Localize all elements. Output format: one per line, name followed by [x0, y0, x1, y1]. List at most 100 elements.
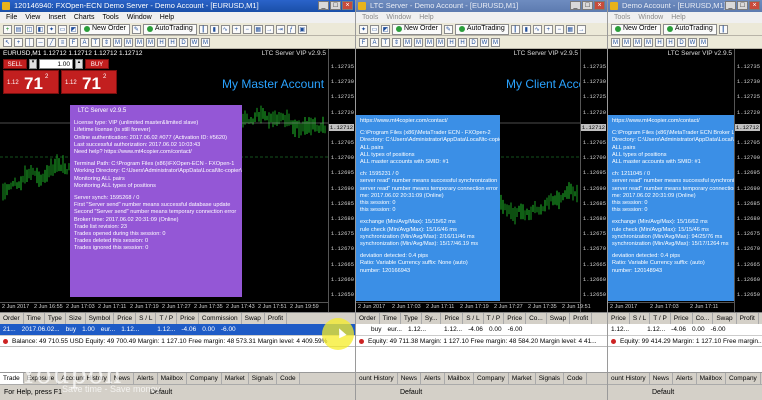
- order-column-header[interactable]: Commission: [199, 313, 242, 324]
- client2-title-bar[interactable]: Demo Account - [EURUSD,M1] _ □ ×: [608, 0, 762, 12]
- label-tool-icon[interactable]: T: [91, 37, 100, 47]
- menu-help[interactable]: Help: [671, 12, 685, 23]
- menu-tools[interactable]: Tools: [102, 12, 118, 23]
- order-column-header[interactable]: Size: [66, 313, 86, 324]
- text-tool-icon[interactable]: A: [370, 37, 379, 47]
- client-order-row[interactable]: buy eur... 1.12... 1.12... -4.06 0.00 -6.00: [356, 324, 607, 336]
- master-title-bar[interactable]: 120146940: FXOpen-ECN Demo Server - Demo…: [0, 0, 355, 12]
- client-price-scale[interactable]: 1.12735 1.12730 1.12725 1.12720 1.12712 1.127…: [580, 49, 607, 312]
- menu-window[interactable]: Window: [386, 12, 411, 23]
- terminal-icon[interactable]: ▭: [58, 24, 67, 34]
- tile-windows-icon[interactable]: ▦: [253, 24, 263, 34]
- new-order-button[interactable]: New Order: [80, 23, 130, 35]
- channel-icon[interactable]: ≡: [58, 37, 67, 47]
- order-column-header[interactable]: Price: [671, 313, 693, 324]
- period-h1-icon[interactable]: H: [655, 37, 664, 47]
- period-w1-icon[interactable]: W: [688, 37, 697, 47]
- period-m30-icon[interactable]: M: [146, 37, 155, 47]
- bar-chart-icon[interactable]: ┃: [718, 24, 728, 34]
- period-m15-icon[interactable]: M: [135, 37, 144, 47]
- bar-chart-icon[interactable]: ┃: [198, 24, 208, 34]
- autoscroll-icon[interactable]: →: [576, 24, 586, 34]
- master-price-scale[interactable]: 1.12735 1.12730 1.12725 1.12720 1.12712 1.127…: [328, 49, 355, 312]
- order-column-header[interactable]: Profit: [737, 313, 759, 324]
- period-m5-icon[interactable]: M: [622, 37, 631, 47]
- close-icon[interactable]: ×: [594, 1, 605, 10]
- terminal-tab[interactable]: ount History: [608, 373, 650, 384]
- autoscroll-icon[interactable]: →: [264, 24, 274, 34]
- order-column-header[interactable]: Type: [45, 313, 66, 324]
- client2-time-scale[interactable]: 2 Jun 2017 2 Jun 17:03 2 Jun 17:11: [608, 302, 734, 312]
- terminal-tab[interactable]: Alerts: [134, 373, 158, 384]
- menu-tools[interactable]: Tools: [614, 12, 630, 23]
- candlestick-icon[interactable]: ▮: [521, 24, 531, 34]
- terminal-tab[interactable]: News: [650, 373, 673, 384]
- navigator-icon[interactable]: ✦: [47, 24, 56, 34]
- buy-price-tile[interactable]: 1.12 71 2: [61, 70, 117, 94]
- autotrading-button[interactable]: AutoTrading: [142, 23, 197, 35]
- order-column-header[interactable]: Type: [401, 313, 422, 324]
- fibonacci-icon[interactable]: F: [359, 37, 368, 47]
- period-h4-icon[interactable]: H: [168, 37, 177, 47]
- period-m5-icon[interactable]: M: [124, 37, 133, 47]
- close-icon[interactable]: ×: [749, 1, 760, 10]
- horizontal-line-icon[interactable]: ─: [36, 37, 45, 47]
- order-column-header[interactable]: Swap: [242, 313, 265, 324]
- lot-stepper-up[interactable]: ▴: [75, 59, 83, 69]
- client2-price-chart[interactable]: LTC Server VIP v2.9.5 × https://www.mt4c…: [608, 49, 762, 312]
- period-d1-icon[interactable]: D: [179, 37, 188, 47]
- order-column-header[interactable]: Sy...: [422, 313, 442, 324]
- label-tool-icon[interactable]: T: [381, 37, 390, 47]
- menu-insert[interactable]: Insert: [48, 12, 66, 23]
- order-column-header[interactable]: Co...: [693, 313, 714, 324]
- period-m1-icon[interactable]: M: [113, 37, 122, 47]
- period-m15-icon[interactable]: M: [633, 37, 642, 47]
- period-h1-icon[interactable]: H: [157, 37, 166, 47]
- master-time-scale[interactable]: 2 Jun 2017 2 Jun 16:55 2 Jun 17:03 2 Jun 17…: [0, 302, 328, 312]
- autotrading-button[interactable]: AutoTrading: [454, 23, 509, 35]
- order-column-header[interactable]: T / P: [484, 313, 505, 324]
- minimize-icon[interactable]: _: [725, 1, 736, 10]
- templates-icon[interactable]: ▣: [297, 24, 307, 34]
- terminal-icon[interactable]: ▭: [370, 24, 379, 34]
- client-price-chart[interactable]: LTC Server VIP v2.9.5 × My Client Accoun…: [356, 49, 607, 312]
- period-d1-icon[interactable]: D: [469, 37, 478, 47]
- period-d1-icon[interactable]: D: [677, 37, 686, 47]
- order-column-header[interactable]: S / L: [136, 313, 157, 324]
- order-column-header[interactable]: Price: [114, 313, 137, 324]
- lot-stepper-down[interactable]: ▾: [29, 59, 37, 69]
- data-window-icon[interactable]: ◧: [36, 24, 45, 34]
- terminal-tab[interactable]: Mailbox: [697, 373, 726, 384]
- order-column-header[interactable]: Symbol: [86, 313, 115, 324]
- period-w1-icon[interactable]: W: [480, 37, 489, 47]
- arrows-tool-icon[interactable]: ⇕: [102, 37, 111, 47]
- terminal-tab[interactable]: Alerts: [673, 373, 697, 384]
- menu-window[interactable]: Window: [127, 12, 152, 23]
- market-watch-icon[interactable]: ◫: [25, 24, 34, 34]
- period-m30-icon[interactable]: M: [644, 37, 653, 47]
- terminal-tab[interactable]: News: [398, 373, 421, 384]
- order-column-header[interactable]: Price: [608, 313, 630, 324]
- period-m5-icon[interactable]: M: [414, 37, 423, 47]
- zoom-out-icon[interactable]: −: [242, 24, 252, 34]
- terminal-tab[interactable]: Company: [474, 373, 509, 384]
- tile-windows-icon[interactable]: ▦: [565, 24, 575, 34]
- tester-icon[interactable]: ◩: [69, 24, 78, 34]
- period-h4-icon[interactable]: H: [666, 37, 675, 47]
- metaeditor-icon[interactable]: ✎: [443, 24, 453, 34]
- terminal-tab[interactable]: Code: [277, 373, 300, 384]
- lot-size-input[interactable]: 1.00: [39, 59, 73, 69]
- chart-shift-icon[interactable]: ⇥: [275, 24, 285, 34]
- order-column-header[interactable]: T / P: [156, 313, 178, 324]
- close-icon[interactable]: ×: [342, 1, 353, 10]
- minimize-icon[interactable]: _: [318, 1, 329, 10]
- master-order-row[interactable]: 21... 2017.06.02... buy 1.00 eur... 1.12... 1.…: [0, 324, 355, 336]
- line-chart-icon[interactable]: ∿: [220, 24, 230, 34]
- new-order-button[interactable]: New Order: [392, 23, 442, 35]
- terminal-tab[interactable]: Code: [564, 373, 587, 384]
- new-order-button[interactable]: New Order: [611, 23, 661, 35]
- client-time-scale[interactable]: 2 Jun 2017 2 Jun 17:03 2 Jun 17:11 2 Jun 17…: [356, 302, 591, 312]
- vertical-line-icon[interactable]: │: [25, 37, 34, 47]
- minimize-icon[interactable]: _: [570, 1, 581, 10]
- period-m15-icon[interactable]: M: [425, 37, 434, 47]
